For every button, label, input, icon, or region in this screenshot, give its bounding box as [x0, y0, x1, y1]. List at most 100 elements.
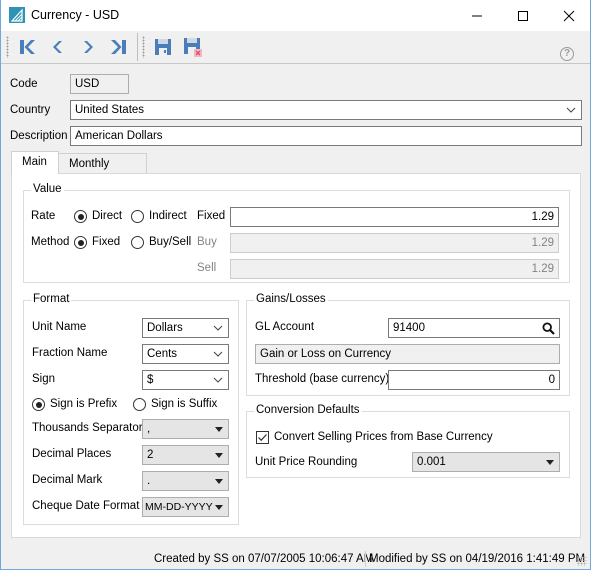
modified-status: Modified by SS on 04/19/2016 1:41:49 PM — [369, 553, 586, 565]
thousands-separator-select[interactable]: , — [142, 419, 229, 439]
tab-monthly-rates[interactable]: Monthly Rates — [58, 153, 147, 190]
gl-account-label: GL Account — [255, 321, 315, 333]
next-record-button[interactable] — [77, 36, 99, 58]
app-logo-icon — [9, 7, 25, 23]
next-icon — [84, 41, 93, 53]
sign-suffix-radio[interactable] — [133, 398, 146, 411]
unit-price-rounding-select[interactable]: 0.001 — [412, 452, 560, 472]
last-icon — [111, 40, 126, 54]
conversion-defaults-group-title: Conversion Defaults — [254, 404, 362, 416]
chevron-down-icon — [213, 371, 223, 389]
created-status: Created by SS on 07/07/2005 10:06:47 AM — [154, 553, 374, 565]
chevron-down-icon — [213, 345, 223, 363]
gl-account-input[interactable]: 91400 — [388, 318, 560, 338]
fraction-name-label: Fraction Name — [32, 347, 108, 359]
cheque-date-format-select[interactable]: MM-DD-YYYY — [142, 497, 229, 517]
dropdown-arrow-icon — [546, 460, 554, 465]
threshold-label: Threshold (base currency) — [255, 373, 390, 385]
buy-label: Buy — [197, 236, 217, 248]
convert-prices-label: Convert Selling Prices from Base Currenc… — [274, 431, 493, 443]
gl-account-description: Gain or Loss on Currency — [255, 344, 560, 364]
unit-price-rounding-value: 0.001 — [417, 456, 446, 468]
toolbar-grip-2[interactable] — [142, 36, 145, 58]
method-buysell-label: Buy/Sell — [149, 236, 192, 248]
country-value: United States — [75, 104, 145, 116]
threshold-input[interactable]: 0 — [388, 370, 560, 390]
chevron-down-icon — [213, 319, 223, 337]
code-label: Code — [10, 78, 38, 90]
rate-label: Rate — [31, 210, 56, 222]
description-label: Description — [10, 130, 68, 142]
decimal-mark-label: Decimal Mark — [32, 474, 103, 486]
cheque-date-format-value: MM-DD-YYYY — [145, 501, 213, 513]
save-and-close-button[interactable] — [182, 36, 204, 58]
format-group: Format Unit Name Dollars Fraction Name C… — [23, 293, 239, 525]
minimize-icon — [472, 15, 482, 16]
description-input[interactable]: American Dollars — [70, 126, 582, 146]
decimal-mark-value: . — [147, 475, 151, 487]
first-record-button[interactable] — [17, 36, 39, 58]
sell-label: Sell — [197, 262, 217, 274]
method-fixed-label: Fixed — [92, 236, 121, 248]
previous-record-button[interactable] — [47, 36, 69, 58]
save-close-icon — [184, 38, 202, 57]
help-icon[interactable]: ? — [560, 47, 574, 61]
dropdown-arrow-icon — [215, 505, 223, 510]
sign-suffix-label: Sign is Suffix — [151, 398, 218, 410]
resize-grip[interactable] — [577, 556, 587, 566]
country-label: Country — [10, 104, 51, 116]
sign-select[interactable]: $ — [142, 370, 229, 390]
decimal-mark-select[interactable]: . — [142, 471, 229, 491]
gains-losses-group: Gains/Losses GL Account 91400 Gain or Lo… — [246, 293, 570, 396]
code-field[interactable]: USD — [70, 74, 129, 94]
checkmark-icon — [258, 434, 267, 442]
conversion-defaults-group: Conversion Defaults Convert Selling Pric… — [246, 404, 570, 478]
sell-rate-input[interactable]: 1.29 — [230, 259, 559, 279]
sign-label: Sign — [32, 373, 56, 385]
fraction-name-value: Cents — [147, 348, 178, 360]
fixed-label: Fixed — [197, 210, 226, 222]
sign-prefix-radio[interactable] — [32, 398, 45, 411]
sign-prefix-label: Sign is Prefix — [50, 398, 118, 410]
unit-name-select[interactable]: Dollars — [142, 318, 229, 338]
rate-direct-radio[interactable] — [74, 210, 87, 223]
tab-main[interactable]: Main — [11, 151, 59, 174]
toolbar-grip[interactable] — [6, 36, 9, 58]
format-group-title: Format — [31, 293, 72, 305]
method-label: Method — [31, 236, 70, 248]
method-fixed-radio[interactable] — [74, 236, 87, 249]
last-record-button[interactable] — [107, 36, 129, 58]
window-title: Currency - USD — [31, 8, 120, 22]
fraction-name-select[interactable]: Cents — [142, 344, 229, 364]
first-icon — [20, 40, 35, 54]
rate-indirect-label: Indirect — [149, 210, 187, 222]
unit-name-value: Dollars — [147, 322, 183, 334]
search-icon[interactable] — [542, 319, 555, 337]
dropdown-arrow-icon — [215, 427, 223, 432]
chevron-down-icon — [566, 101, 576, 119]
dropdown-arrow-icon — [215, 453, 223, 458]
country-select[interactable]: United States — [70, 100, 582, 120]
toolbar — [1, 31, 590, 64]
value-group-title: Value — [31, 183, 64, 195]
thousands-separator-value: , — [147, 423, 151, 435]
convert-prices-checkbox[interactable] — [256, 431, 269, 444]
rate-indirect-radio[interactable] — [131, 210, 144, 223]
unit-price-rounding-label: Unit Price Rounding — [255, 456, 358, 468]
close-button[interactable] — [546, 0, 591, 31]
value-group: Value Rate Direct Indirect Fixed 1.29 Me… — [23, 183, 570, 283]
save-button[interactable] — [152, 36, 174, 58]
dropdown-arrow-icon — [215, 479, 223, 484]
close-icon — [563, 10, 575, 21]
title-bar: Currency - USD — [1, 0, 590, 31]
method-buysell-radio[interactable] — [131, 236, 144, 249]
gains-losses-group-title: Gains/Losses — [254, 293, 328, 305]
main-tab-pane: Value Rate Direct Indirect Fixed 1.29 Me… — [11, 173, 581, 538]
thousands-separator-label: Thousands Separator — [32, 422, 143, 434]
minimize-button[interactable] — [454, 0, 500, 31]
buy-rate-input[interactable]: 1.29 — [230, 233, 559, 253]
fixed-rate-input[interactable]: 1.29 — [230, 207, 559, 227]
decimal-places-select[interactable]: 2 — [142, 445, 229, 465]
rate-direct-label: Direct — [92, 210, 123, 222]
maximize-button[interactable] — [500, 0, 546, 31]
